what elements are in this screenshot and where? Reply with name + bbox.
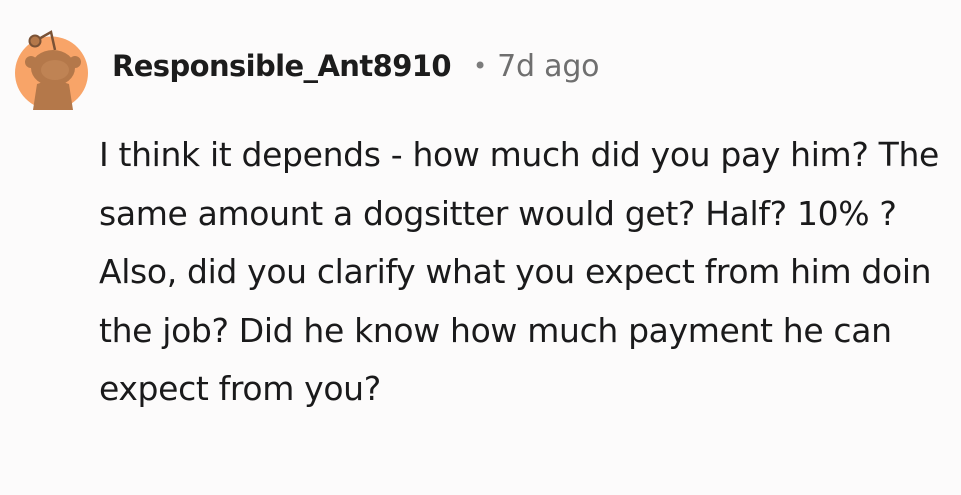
user-avatar[interactable] [15,18,88,110]
comment-timestamp[interactable]: 7d ago [497,49,599,84]
meta-separator: • [472,52,488,80]
reddit-snoo-avatar-icon [15,18,88,110]
username-link[interactable]: Responsible_Ant8910 [112,49,452,83]
comment-header: Responsible_Ant8910 • 7d ago [112,44,600,88]
comment-body: I think it depends - how much did you pa… [99,135,939,409]
comment: Responsible_Ant8910 • 7d ago I think it … [0,0,961,495]
